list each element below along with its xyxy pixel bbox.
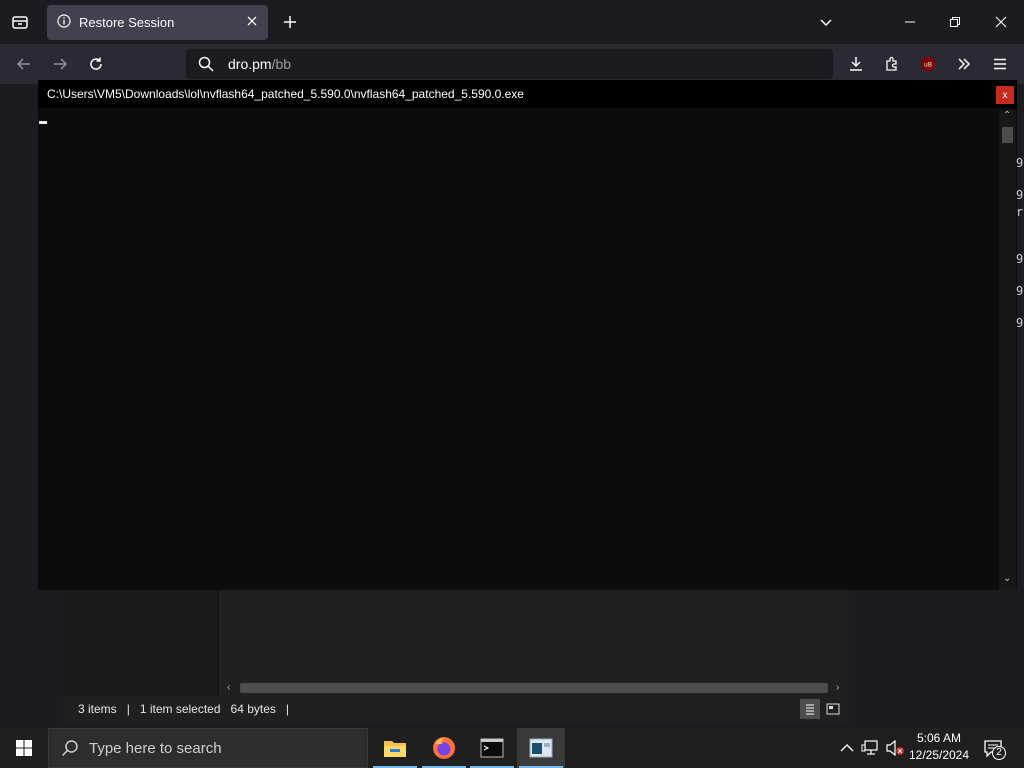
- horizontal-scrollbar[interactable]: ‹ ›: [222, 680, 849, 696]
- back-arrow-icon[interactable]: [12, 52, 36, 76]
- chevrons-right-icon[interactable]: [952, 52, 976, 76]
- explorer-status-bar: 3 items | 1 item selected 64 bytes |: [63, 696, 849, 722]
- chevron-down-icon[interactable]: [814, 10, 838, 34]
- scroll-right-icon[interactable]: ›: [836, 682, 839, 693]
- url-path: /bb: [271, 56, 292, 72]
- chevron-up-icon[interactable]: [838, 738, 856, 758]
- url-bar[interactable]: dro.pm/bb: [186, 49, 833, 79]
- taskbar-file-explorer[interactable]: [371, 728, 419, 768]
- scrollbar-thumb[interactable]: [240, 683, 828, 693]
- system-clock[interactable]: 5:06 AM 12/25/2024: [906, 730, 972, 766]
- status-size: 64 bytes: [230, 702, 276, 716]
- status-item-count: 3 items: [78, 702, 117, 716]
- status-separator: |: [126, 702, 130, 716]
- text-fragment: 9: [1016, 156, 1024, 170]
- svg-text:uB: uB: [924, 62, 932, 69]
- firefox-icon: [433, 737, 455, 759]
- scrollbar-thumb[interactable]: [1002, 127, 1013, 143]
- console-window[interactable]: [38, 80, 1017, 590]
- notification-center-button[interactable]: 2: [980, 736, 1008, 762]
- console-vertical-scrollbar[interactable]: ⌃ ⌄: [999, 110, 1016, 590]
- network-icon[interactable]: [860, 738, 880, 758]
- scroll-up-icon[interactable]: ⌃: [1003, 110, 1011, 121]
- info-icon: [57, 14, 71, 31]
- tab-list-icon[interactable]: [8, 10, 32, 34]
- hamburger-icon[interactable]: [988, 52, 1012, 76]
- taskbar-firefox[interactable]: [420, 728, 468, 768]
- windows-logo-icon: [16, 740, 32, 756]
- url-host: dro.pm: [228, 56, 272, 72]
- download-icon[interactable]: [844, 52, 868, 76]
- clock-date: 12/25/2024: [908, 748, 970, 762]
- notification-badge: 2: [992, 746, 1006, 760]
- text-fragment: 9: [1016, 284, 1024, 298]
- console-close-button[interactable]: x: [996, 86, 1014, 104]
- text-fragment: 9: [1016, 252, 1024, 266]
- search-icon: [198, 56, 214, 72]
- explorer-nav-pane[interactable]: [63, 588, 221, 696]
- forward-arrow-icon[interactable]: [48, 52, 72, 76]
- text-fragment: 9: [1016, 188, 1024, 202]
- puzzle-icon[interactable]: [880, 52, 904, 76]
- status-separator: |: [285, 702, 290, 716]
- background-text-fragment: 9 9 r 9 9 9: [1016, 150, 1024, 350]
- taskbar-terminal[interactable]: [468, 728, 516, 768]
- text-fragment: 9: [1016, 316, 1024, 330]
- taskbar-search-box[interactable]: Type here to search: [48, 728, 368, 768]
- text-fragment: r: [1016, 205, 1024, 219]
- taskbar-nvflash-window[interactable]: [517, 728, 565, 768]
- plus-icon[interactable]: [278, 10, 302, 34]
- tab-title: Restore Session: [79, 15, 175, 30]
- clock-time: 5:06 AM: [916, 731, 962, 745]
- window-app-icon: [529, 738, 553, 758]
- close-icon[interactable]: [246, 15, 258, 30]
- status-selection: 1 item selected: [139, 702, 221, 716]
- folder-icon: [384, 741, 406, 757]
- ublock-icon[interactable]: uB: [916, 52, 940, 76]
- search-icon: [61, 739, 79, 757]
- scroll-left-icon[interactable]: ‹: [227, 682, 230, 693]
- reload-icon[interactable]: [84, 52, 108, 76]
- details-view-icon[interactable]: [800, 699, 820, 719]
- window-close-icon[interactable]: [989, 10, 1013, 34]
- volume-muted-icon[interactable]: [884, 738, 906, 758]
- tiles-view-icon[interactable]: [823, 699, 843, 719]
- console-title: C:\Users\VM5\Downloads\lol\nvflash64_pat…: [38, 80, 1017, 108]
- console-icon: [480, 738, 504, 758]
- scroll-down-icon[interactable]: ⌄: [1003, 573, 1011, 584]
- tab-restore-session[interactable]: Restore Session: [47, 5, 268, 40]
- console-cursor: [39, 121, 47, 124]
- restore-icon[interactable]: [943, 10, 967, 34]
- minimize-icon[interactable]: [898, 10, 922, 34]
- search-placeholder: Type here to search: [89, 739, 222, 757]
- start-button[interactable]: [0, 728, 48, 768]
